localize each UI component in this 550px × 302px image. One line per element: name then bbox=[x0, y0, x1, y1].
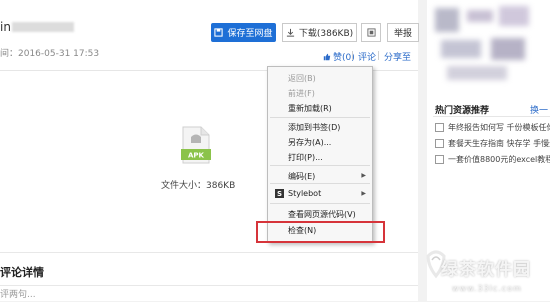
hot-resources-title: 热门资源推荐 bbox=[435, 106, 490, 116]
section-divider bbox=[0, 252, 418, 253]
apk-icon-label: APK bbox=[188, 152, 205, 160]
action-divider bbox=[378, 51, 379, 60]
comment-input[interactable] bbox=[0, 285, 418, 302]
submenu-arrow-icon: ▶ bbox=[361, 172, 366, 179]
cloud-save-icon bbox=[214, 28, 224, 37]
submenu-arrow-icon: ▶ bbox=[361, 190, 366, 197]
menu-separator bbox=[270, 183, 370, 184]
blurred-ad-banner[interactable] bbox=[427, 0, 550, 94]
menu-separator bbox=[270, 165, 370, 166]
menu-item-forward[interactable]: 前进(F) bbox=[288, 88, 315, 99]
checkbox-icon bbox=[435, 139, 444, 148]
action-divider bbox=[352, 51, 353, 60]
watermark-text: 绿茶软件园 bbox=[441, 260, 531, 280]
file-header: in 间：2016-05-31 17:53 保存至网盘 下载(386KB) 举报… bbox=[0, 0, 419, 71]
share-link[interactable]: 分享至 bbox=[384, 50, 411, 63]
download-icon bbox=[286, 28, 294, 37]
menu-item-bookmark[interactable]: 添加到书签(D) bbox=[288, 122, 340, 133]
apk-file-icon: APK bbox=[181, 126, 211, 164]
list-item[interactable]: 一套价值8800元的excel教程 bbox=[435, 154, 550, 165]
menu-item-reload[interactable]: 重新加载(R) bbox=[288, 103, 332, 114]
list-item-label: 套餐天生存指南 快存学 手慢无 bbox=[448, 139, 550, 148]
checkbox-icon bbox=[435, 123, 444, 132]
menu-item-print[interactable]: 打印(P)... bbox=[288, 152, 323, 163]
list-item-label: 一套价值8800元的excel教程 bbox=[448, 155, 550, 164]
list-item-label: 年终报告如何写 千份模板任你选 bbox=[448, 123, 550, 132]
qr-code-icon bbox=[366, 28, 376, 37]
download-label: 下载(386KB) bbox=[298, 29, 354, 39]
checkbox-icon bbox=[435, 155, 444, 164]
watermark-url: www.33lc.com bbox=[452, 284, 522, 293]
menu-item-stylebot[interactable]: Stylebot bbox=[288, 189, 321, 198]
context-menu: 返回(B) 前进(F) 重新加载(R) 添加到书签(D) 另存为(A)... 打… bbox=[267, 66, 373, 243]
stylebot-s-icon: S bbox=[275, 189, 284, 198]
report-button[interactable]: 举报 bbox=[387, 23, 419, 42]
menu-separator bbox=[270, 117, 370, 118]
inspect-highlight-box bbox=[256, 221, 385, 243]
file-upload-time: 间：2016-05-31 17:53 bbox=[0, 49, 100, 59]
menu-item-back[interactable]: 返回(B) bbox=[288, 73, 316, 84]
sidebar-divider bbox=[433, 116, 550, 117]
comments-title: 评论详情 bbox=[0, 266, 44, 279]
file-size: 文件大小：386KB bbox=[161, 181, 236, 191]
download-button[interactable]: 下载(386KB) bbox=[282, 23, 357, 42]
like-button[interactable]: 赞(0) bbox=[323, 50, 355, 63]
comment-placeholder: 评两句... bbox=[0, 290, 36, 300]
refresh-recommendations-link[interactable]: 换一 bbox=[530, 103, 548, 116]
menu-item-view-source[interactable]: 查看网页源代码(V) bbox=[288, 209, 356, 220]
comment-link[interactable]: 评论 bbox=[358, 50, 376, 63]
menu-item-encoding[interactable]: 编码(E) bbox=[288, 171, 315, 182]
file-name: in bbox=[0, 20, 11, 34]
qr-code-button[interactable] bbox=[361, 23, 381, 42]
thumbs-up-icon bbox=[323, 53, 331, 60]
file-name-blurred bbox=[12, 22, 74, 32]
list-item[interactable]: 年终报告如何写 千份模板任你选 bbox=[435, 122, 550, 133]
list-item[interactable]: 套餐天生存指南 快存学 手慢无 bbox=[435, 138, 550, 149]
save-to-cloud-label: 保存至网盘 bbox=[227, 29, 273, 39]
menu-separator bbox=[270, 203, 370, 204]
save-to-cloud-button[interactable]: 保存至网盘 bbox=[211, 23, 276, 42]
menu-item-save-as[interactable]: 另存为(A)... bbox=[288, 137, 331, 148]
